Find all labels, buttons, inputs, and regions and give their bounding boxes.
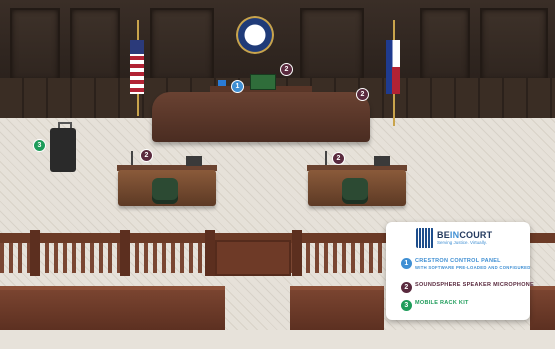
- logo-tagline: Serving Justice. Virtually.: [437, 240, 487, 245]
- rail-post: [120, 230, 130, 276]
- texas-flag-icon: [386, 40, 400, 94]
- table-monitor: [374, 156, 390, 166]
- bar-rail: [0, 233, 400, 243]
- legend-item-title: CRESTRON CONTROL PANEL: [415, 258, 501, 264]
- legend-item-title: SOUNDSPHERE SPEAKER MICROPHONE: [415, 282, 535, 288]
- rail-post: [292, 230, 302, 276]
- marker-2-microphone[interactable]: 2: [356, 88, 369, 101]
- marker-1-crestron[interactable]: 1: [231, 80, 244, 93]
- wall-panel: [300, 8, 364, 82]
- office-chair: [342, 178, 368, 204]
- bench-monitor: [250, 74, 276, 90]
- microphone-icon: [325, 151, 327, 165]
- legend-item-title: MOBILE RACK KIT: [415, 300, 469, 306]
- wall-panel: [420, 8, 470, 82]
- gallery-bench: [0, 286, 225, 332]
- legend-badge: 1: [400, 257, 413, 270]
- microphone-icon: [131, 151, 133, 165]
- rail-post: [205, 230, 215, 276]
- state-seal-icon: [236, 16, 274, 54]
- marker-2-microphone[interactable]: 2: [332, 152, 345, 165]
- mobile-rack-case: [50, 128, 76, 172]
- wall-panel: [480, 8, 548, 82]
- marker-2-microphone[interactable]: 2: [140, 149, 153, 162]
- table-monitor: [186, 156, 202, 166]
- wall-panel: [10, 8, 60, 82]
- legend-badge: 3: [400, 299, 413, 312]
- judge-bench: [152, 92, 370, 142]
- rail-post: [30, 230, 40, 276]
- floor-edge: [0, 330, 555, 349]
- bar-balusters: [0, 243, 400, 273]
- marker-3-rack[interactable]: 3: [33, 139, 46, 152]
- logo-wordmark: BEINCOURT: [437, 230, 493, 240]
- legend-badge: 2: [400, 281, 413, 294]
- gallery-bench: [530, 286, 555, 332]
- beincourt-logo: BEINCOURT Serving Justice. Virtually.: [416, 228, 516, 250]
- crestron-panel-device: [218, 80, 226, 86]
- marker-2-microphone[interactable]: 2: [280, 63, 293, 76]
- bar-gate: [215, 240, 291, 276]
- us-flag-icon: [130, 40, 144, 94]
- wall-panel: [150, 8, 214, 82]
- gallery-bench: [290, 286, 384, 332]
- wall-panel: [70, 8, 120, 82]
- equipment-legend: BEINCOURT Serving Justice. Virtually. 1 …: [386, 222, 534, 320]
- legend-item-subtitle: WITH SOFTWARE PRE-LOADED AND CONFIGURED: [415, 265, 531, 270]
- office-chair: [152, 178, 178, 204]
- logo-mark-icon: [416, 228, 434, 248]
